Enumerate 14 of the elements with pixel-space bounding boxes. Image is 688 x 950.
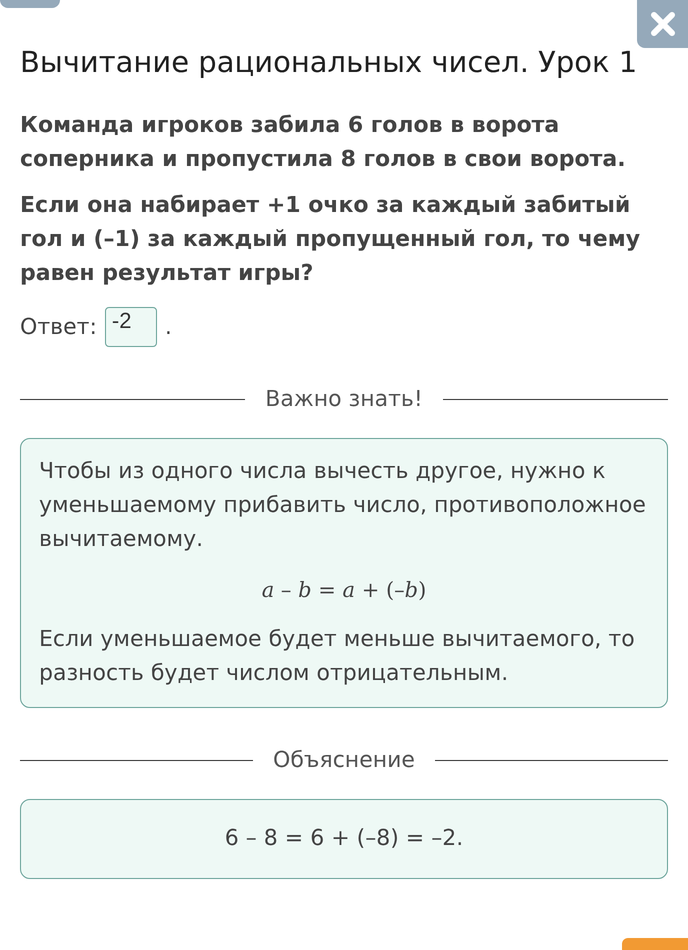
- explanation-text: 6 – 8 = 6 + (–8) = –2.: [224, 826, 464, 851]
- section-heading: Важно знать!: [265, 387, 423, 412]
- lesson-title: Вычитание рациональных чисел. Урок 1: [20, 45, 638, 79]
- section-heading: Объяснение: [273, 748, 415, 773]
- close-icon: [650, 11, 676, 37]
- question-text: Команда игроков забила 6 голов в ворота соперника и пропустила 8 голов в свои ворота.: [20, 112, 627, 174]
- rule-text: Чтобы из одного числа вычесть другое, нужно к уменьшаемому прибавить число, противоположное вычитаемому.: [39, 458, 647, 554]
- answer-field[interactable]: -2: [104, 307, 157, 347]
- question-text: Если она набирает +1 очко за каждый забитый гол и (–1) за каждый пропущенный гол, то чему равен результат игры?: [20, 192, 642, 288]
- answer-label: Ответ:: [20, 314, 97, 340]
- formula: a – b = a + (–b): [260, 577, 428, 604]
- note-text: Если уменьшаемое будет меньше вычитаемого, то разность будет числом отрицательным.: [39, 626, 636, 688]
- close-button[interactable]: [637, 0, 688, 48]
- answer-period: .: [164, 314, 172, 340]
